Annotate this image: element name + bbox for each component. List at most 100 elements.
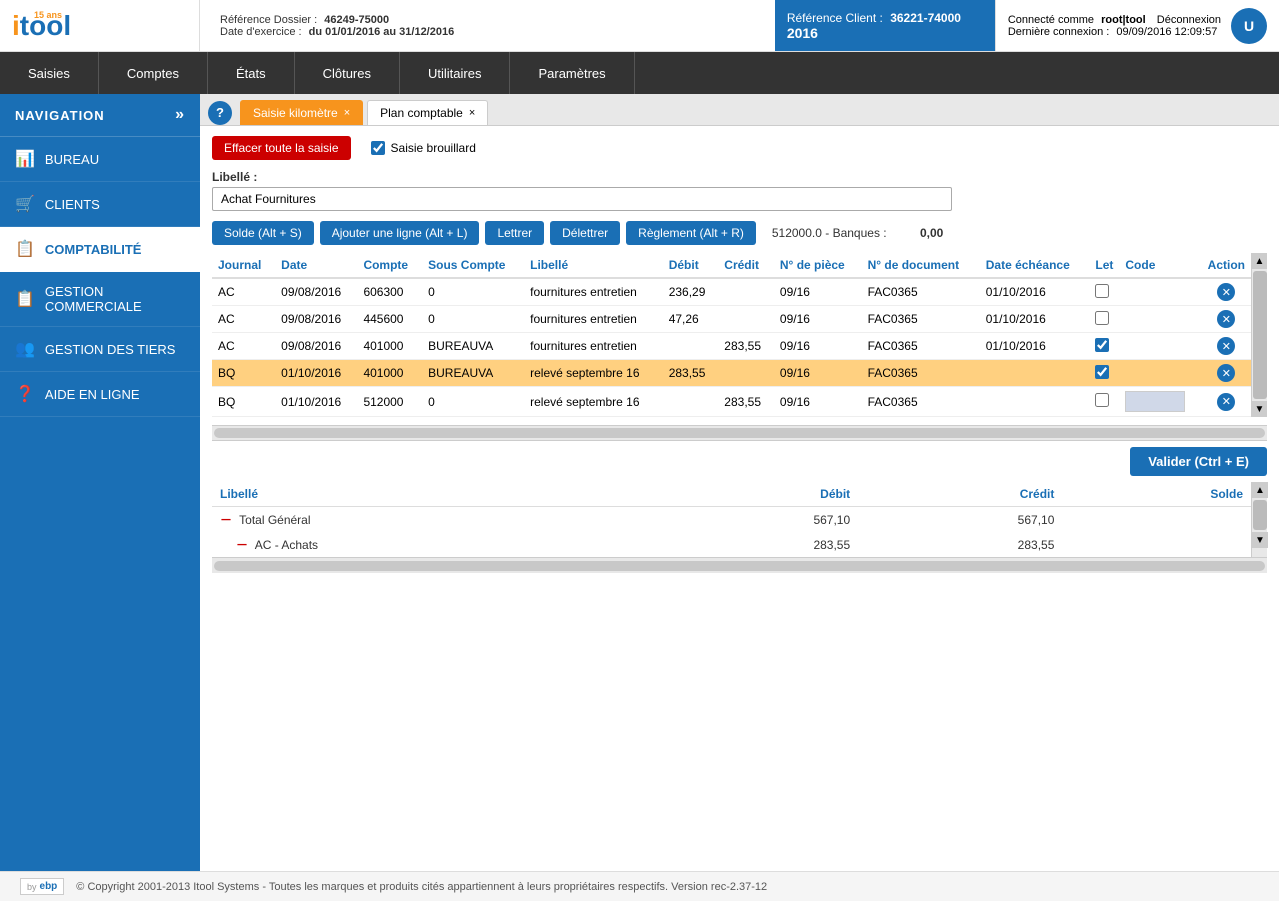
cell-credit (718, 306, 774, 333)
sum-label-total: － Total Général (212, 507, 654, 533)
cell-debit: 47,26 (663, 306, 719, 333)
tab-plan-close[interactable]: × (469, 107, 475, 119)
table-row: AC 09/08/2016 606300 0 fournitures entre… (212, 278, 1251, 306)
toolbar-row: Solde (Alt + S) Ajouter une ligne (Alt +… (212, 221, 1267, 245)
lettrer-btn[interactable]: Lettrer (485, 221, 544, 245)
scroll-up-btn[interactable]: ▲ (1252, 253, 1268, 269)
let-checkbox[interactable] (1095, 338, 1109, 352)
sum-credit-total: 567,10 (858, 507, 1062, 533)
help-button[interactable]: ? (208, 101, 232, 125)
sidebar-item-label-clients: CLIENTS (45, 197, 100, 212)
cell-compte: 401000 (357, 333, 422, 360)
row-delete-btn[interactable]: ✕ (1217, 393, 1235, 411)
h-scroll-track[interactable] (214, 428, 1265, 438)
sidebar-item-gestion-commerciale[interactable]: 📋 GESTION COMMERCIALE (0, 272, 200, 327)
row-delete-btn[interactable]: ✕ (1217, 364, 1235, 382)
sidebar-item-label-gestion-commerciale: GESTION COMMERCIALE (45, 284, 185, 314)
avatar: U (1231, 8, 1267, 44)
cell-compte: 445600 (357, 306, 422, 333)
sum-debit-total: 567,10 (654, 507, 858, 533)
cell-journal: BQ (212, 387, 275, 417)
cell-date-echeance (980, 360, 1090, 387)
ajouter-btn[interactable]: Ajouter une ligne (Alt + L) (320, 221, 480, 245)
cell-date: 09/08/2016 (275, 333, 357, 360)
sum-scroll-thumb[interactable] (1253, 500, 1267, 530)
row-delete-btn[interactable]: ✕ (1217, 310, 1235, 328)
scroll-down-btn[interactable]: ▼ (1252, 401, 1268, 417)
sidebar-title: NAVIGATION (15, 108, 105, 123)
cell-date: 09/08/2016 (275, 278, 357, 306)
bottom-scrollbar[interactable] (212, 557, 1267, 573)
cell-sous-compte: BUREAUVA (422, 360, 524, 387)
sidebar-collapse-icon[interactable]: » (175, 106, 185, 124)
sidebar-item-aide-en-ligne[interactable]: ❓ AIDE EN LIGNE (0, 372, 200, 417)
solde-btn[interactable]: Solde (Alt + S) (212, 221, 314, 245)
sidebar-item-bureau[interactable]: 📊 BUREAU (0, 137, 200, 182)
sidebar-item-label-aide: AIDE EN LIGNE (45, 387, 140, 402)
saisie-brouillard-checkbox[interactable] (371, 141, 385, 155)
bottom-scroll-track[interactable] (214, 561, 1265, 571)
sidebar-item-gestion-tiers[interactable]: 👥 GESTION DES TIERS (0, 327, 200, 372)
cell-date: 01/10/2016 (275, 387, 357, 417)
top-form-row: Effacer toute la saisie Saisie brouillar… (212, 136, 1267, 160)
col-compte: Compte (357, 253, 422, 278)
sum-col-credit: Crédit (858, 482, 1062, 507)
row-delete-btn[interactable]: ✕ (1217, 337, 1235, 355)
summary-section: Libellé Débit Crédit Solde － Total Génér… (212, 482, 1267, 557)
nav-clotures[interactable]: Clôtures (295, 52, 400, 94)
sum-scroll-down[interactable]: ▼ (1252, 532, 1268, 548)
sidebar-item-clients[interactable]: 🛒 CLIENTS (0, 182, 200, 227)
saisie-brouillard-label: Saisie brouillard (371, 141, 476, 155)
sidebar-item-comptabilite[interactable]: 📋 COMPTABILITÉ (0, 227, 200, 272)
last-connexion-label: Dernière connexion : (1008, 26, 1110, 38)
nav-etats[interactable]: États (208, 52, 295, 94)
tab-saisie-kilometre[interactable]: Saisie kilomètre × (240, 100, 363, 125)
vertical-scrollbar[interactable]: ▲ ▼ (1251, 253, 1267, 417)
cell-num-doc: FAC0365 (862, 278, 980, 306)
nav-utilitaires[interactable]: Utilitaires (400, 52, 510, 94)
code-input[interactable] (1125, 391, 1185, 412)
delettrer-btn[interactable]: Délettrer (550, 221, 620, 245)
col-action: Action (1202, 253, 1251, 278)
tab-saisie-close[interactable]: × (344, 107, 350, 119)
cell-credit (718, 278, 774, 306)
valider-btn[interactable]: Valider (Ctrl + E) (1130, 447, 1267, 476)
horizontal-scrollbar[interactable] (212, 425, 1267, 441)
ref-dossier-label: Référence Dossier : (220, 14, 317, 26)
cell-date-echeance: 01/10/2016 (980, 333, 1090, 360)
cell-journal: AC (212, 306, 275, 333)
table-row: AC 09/08/2016 445600 0 fournitures entre… (212, 306, 1251, 333)
row-delete-btn[interactable]: ✕ (1217, 283, 1235, 301)
col-debit: Débit (663, 253, 719, 278)
cell-journal: BQ (212, 360, 275, 387)
libelle-input[interactable] (212, 187, 952, 211)
let-checkbox[interactable] (1095, 311, 1109, 325)
col-date-echeance: Date échéance (980, 253, 1090, 278)
sum-scroll-up[interactable]: ▲ (1252, 482, 1268, 498)
nav-saisies[interactable]: Saisies (0, 52, 99, 94)
scroll-thumb[interactable] (1253, 271, 1267, 399)
solde-info-text: 512000.0 - Banques : (772, 226, 887, 240)
cell-let (1089, 387, 1119, 417)
nav-comptes[interactable]: Comptes (99, 52, 208, 94)
let-checkbox[interactable] (1095, 393, 1109, 407)
cell-debit: 236,29 (663, 278, 719, 306)
let-checkbox[interactable] (1095, 284, 1109, 298)
cell-libelle: relevé septembre 16 (524, 387, 663, 417)
effacer-btn[interactable]: Effacer toute la saisie (212, 136, 351, 160)
aide-icon: ❓ (15, 384, 35, 404)
let-checkbox[interactable] (1095, 365, 1109, 379)
nav-parametres[interactable]: Paramètres (510, 52, 634, 94)
table-scroll: Journal Date Compte Sous Compte Libellé … (212, 253, 1251, 417)
ref-dossier-value: 46249-75000 (324, 14, 389, 26)
cell-debit (663, 333, 719, 360)
deconnexion-link[interactable]: Déconnexion (1157, 14, 1221, 26)
copyright-text: © Copyright 2001-2013 Itool Systems - To… (76, 881, 767, 893)
tab-plan-comptable[interactable]: Plan comptable × (367, 100, 488, 125)
cell-credit (718, 360, 774, 387)
table-row: AC 09/08/2016 401000 BUREAUVA fourniture… (212, 333, 1251, 360)
cell-action: ✕ (1202, 387, 1251, 417)
ref-client-value: 36221-74000 (890, 11, 961, 25)
reglement-btn[interactable]: Règlement (Alt + R) (626, 221, 756, 245)
summary-vscroll[interactable]: ▲ ▼ (1251, 482, 1267, 557)
